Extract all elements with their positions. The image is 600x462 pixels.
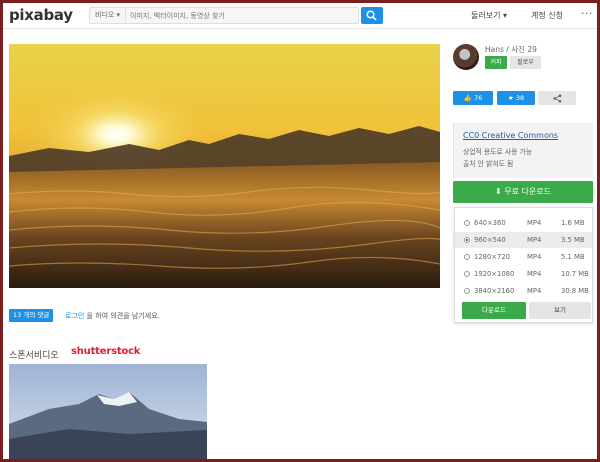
thumbs-up-icon: 👍 (463, 94, 472, 102)
comment-prompt-text: 을 하여 의견을 남기세요. (84, 312, 160, 320)
option-size: 30.8 MB (561, 287, 589, 295)
license-link[interactable]: CC0 Creative Commons (463, 131, 558, 140)
radio-button-selected[interactable] (464, 237, 470, 243)
login-link[interactable]: 로그인 (65, 312, 84, 320)
explore-menu[interactable]: 둘러보기 ▾ (471, 10, 507, 21)
view-button[interactable]: 보기 (529, 302, 591, 319)
radio-button[interactable] (464, 254, 470, 260)
share-button[interactable] (538, 91, 576, 105)
search-category-dropdown[interactable]: 비디오 ▾ (90, 8, 127, 23)
option-size: 1.6 MB (561, 219, 585, 227)
top-navigation: pixabay 비디오 ▾ 둘러보기 ▾ 계정 신청 ··· (3, 3, 597, 29)
download-icon: ⬇ (495, 187, 502, 196)
option-resolution: 1920×1080 (474, 270, 515, 278)
license-commercial-use: 상업적 용도로 사용 가능 (463, 148, 533, 156)
favorite-count: 38 (515, 94, 525, 102)
browser-page: pixabay 비디오 ▾ 둘러보기 ▾ 계정 신청 ··· (3, 3, 597, 459)
search-box: 비디오 ▾ (89, 7, 359, 24)
star-icon: ★ (507, 94, 514, 102)
radio-button[interactable] (464, 220, 470, 226)
shutterstock-logo[interactable]: shutterstock (71, 346, 140, 357)
download-option-960[interactable]: 960×540 MP4 3.5 MB (455, 232, 592, 248)
like-button[interactable]: 👍 76 (453, 91, 493, 105)
user-name[interactable]: Hans / 사진 29 (485, 44, 537, 55)
download-button[interactable]: 다운로드 (462, 302, 526, 319)
radio-button[interactable] (464, 271, 470, 277)
coffee-button[interactable]: 커피 (485, 56, 507, 69)
option-size: 3.5 MB (561, 236, 585, 244)
user-avatar[interactable] (453, 44, 479, 70)
pixabay-logo[interactable]: pixabay (9, 6, 73, 24)
download-option-1280[interactable]: 1280×720 MP4 5.1 MB (455, 249, 592, 265)
license-no-attribution: 출처 안 밝혀도 됨 (463, 160, 514, 168)
favorite-button[interactable]: ★ 38 (497, 91, 535, 105)
option-format: MP4 (527, 219, 542, 227)
search-button[interactable] (361, 7, 383, 24)
follow-button[interactable]: 팔로우 (510, 56, 541, 69)
option-format: MP4 (527, 253, 542, 261)
download-option-640[interactable]: 640×360 MP4 1.6 MB (455, 215, 592, 231)
option-format: MP4 (527, 270, 542, 278)
search-input[interactable] (130, 9, 355, 22)
radio-button[interactable] (464, 288, 470, 294)
download-option-3840[interactable]: 3840×2160 MP4 30.8 MB (455, 283, 592, 299)
search-icon (366, 10, 377, 21)
option-size: 10.7 MB (561, 270, 589, 278)
option-format: MP4 (527, 236, 542, 244)
more-menu-icon[interactable]: ··· (581, 7, 593, 20)
option-resolution: 640×360 (474, 219, 506, 227)
option-resolution: 3840×2160 (474, 287, 515, 295)
option-size: 5.1 MB (561, 253, 585, 261)
download-options-panel: 640×360 MP4 1.6 MB 960×540 MP4 3.5 MB 12… (454, 207, 593, 323)
signup-link[interactable]: 계정 신청 (531, 10, 563, 21)
download-option-1920[interactable]: 1920×1080 MP4 10.7 MB (455, 266, 592, 282)
comments-count-badge[interactable]: 13 개의 댓글 (9, 309, 54, 322)
free-download-button[interactable]: ⬇ 무료 다운로드 (453, 181, 593, 203)
share-icon (553, 94, 562, 103)
sponsored-video-thumbnail[interactable] (9, 364, 207, 459)
video-preview[interactable] (9, 44, 440, 288)
like-count: 76 (473, 94, 483, 102)
sponsor-label: 스폰서비디오 (9, 351, 59, 361)
comment-prompt: 로그인 을 하여 의견을 남기세요. (65, 311, 160, 321)
option-resolution: 1280×720 (474, 253, 510, 261)
option-resolution: 960×540 (474, 236, 506, 244)
option-format: MP4 (527, 287, 542, 295)
free-download-label: 무료 다운로드 (504, 187, 551, 196)
